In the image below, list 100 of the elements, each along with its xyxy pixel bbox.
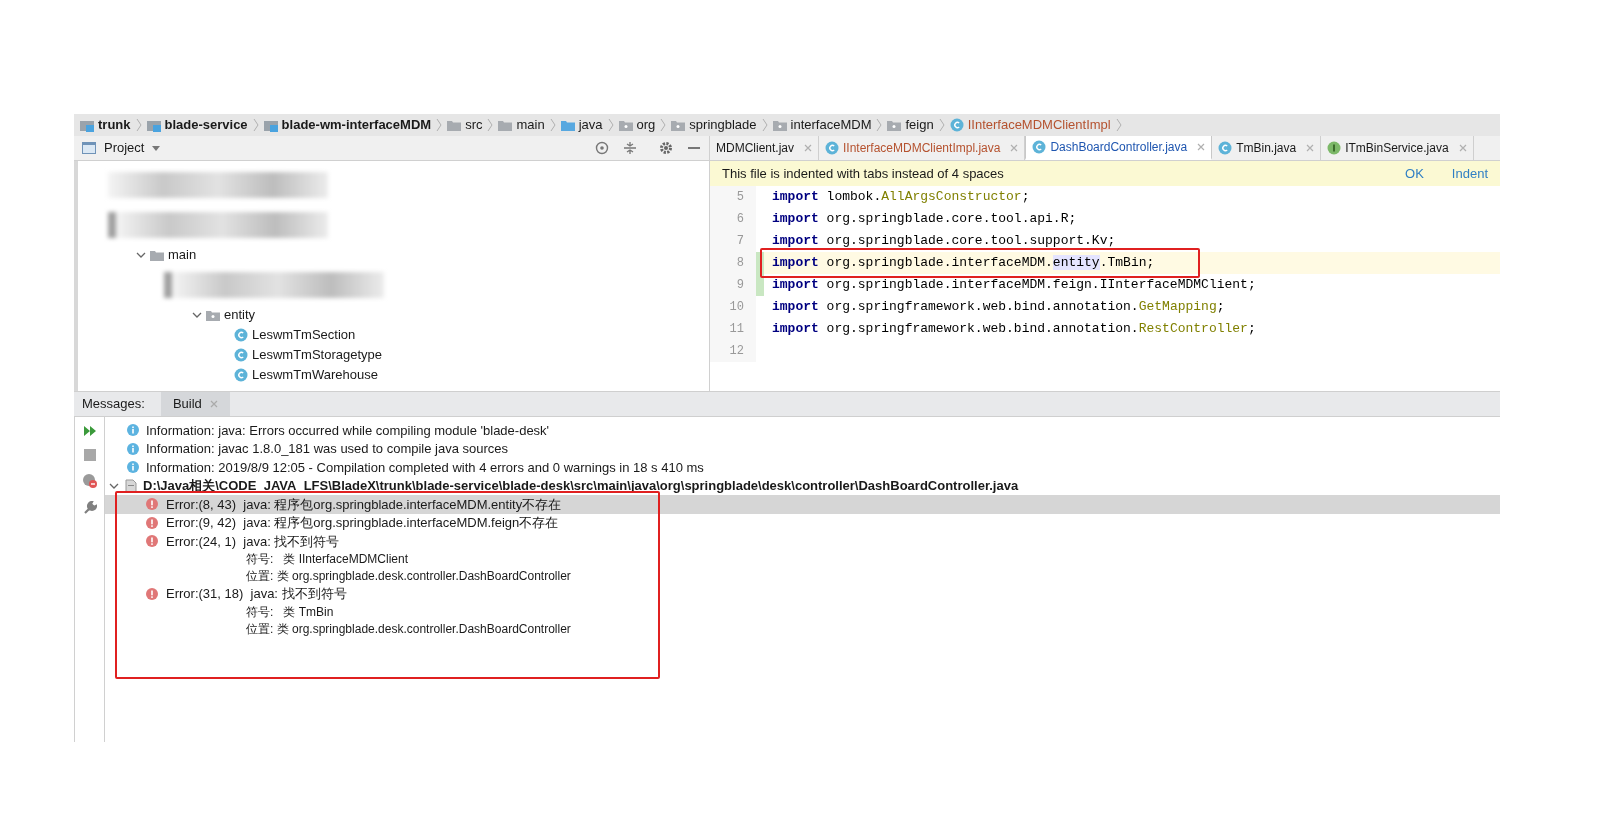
class-icon: [234, 348, 248, 362]
breadcrumb-item[interactable]: java: [558, 115, 605, 135]
line-number: 10: [710, 296, 756, 318]
class-icon: [234, 368, 248, 382]
class-icon: [234, 328, 248, 342]
info-icon: [127, 424, 139, 437]
collapse-icon[interactable]: [623, 141, 637, 155]
error-detail: 位置: 类 org.springblade.desk.controller.DashBoardController: [246, 568, 571, 585]
breadcrumb-item[interactable]: org: [616, 115, 658, 135]
code-line: import org.springframework.web.bind.annotation.RestController;: [771, 320, 1256, 339]
module-icon: [80, 118, 94, 132]
editor-tab[interactable]: ITmBinService.java: [1321, 136, 1474, 160]
close-icon[interactable]: [1458, 144, 1467, 152]
breadcrumb-item[interactable]: feign: [885, 115, 936, 135]
tree-item[interactable]: LeswmTmWarehouse: [220, 365, 378, 385]
banner-link[interactable]: OK: [1405, 163, 1424, 184]
chevron-icon: [135, 118, 142, 132]
line-number: 7: [710, 230, 756, 252]
class-icon: [949, 118, 964, 132]
info-icon: [127, 461, 139, 474]
breadcrumb-item[interactable]: blade-wm-interfaceMDM: [261, 115, 434, 135]
close-icon[interactable]: [1306, 144, 1315, 152]
breadcrumb-item[interactable]: trunk: [78, 115, 133, 135]
code-line: import org.springblade.core.tool.support.Kv;: [771, 232, 1116, 251]
error-icon: [146, 587, 158, 600]
locate-icon[interactable]: [595, 141, 609, 155]
error-detail: 位置: 类 org.springblade.desk.controller.DashBoardController: [246, 620, 571, 638]
breadcrumb-item[interactable]: IInterfaceMDMClientImpl: [947, 115, 1113, 135]
folder-icon: [447, 118, 462, 132]
error-message[interactable]: Error:(31, 18) java: 找不到符号: [105, 584, 1500, 603]
chevron-icon: [436, 118, 443, 132]
tool-tab[interactable]: Build: [160, 392, 230, 416]
line-number: 6: [710, 208, 756, 230]
line-number: 11: [710, 318, 756, 340]
error-message[interactable]: Error:(9, 42) java: 程序包org.springblade.interfaceMDM.feign不存在: [105, 513, 1500, 532]
error-detail: 符号: 类 IInterfaceMDMClient: [246, 551, 409, 568]
code-line: import lombok.AllArgsConstructor;: [771, 188, 1030, 207]
info-message[interactable]: Information: java: Errors occurred while compiling module 'blade-desk': [146, 420, 550, 440]
line-number: 8: [710, 252, 756, 274]
package-icon: [618, 118, 633, 132]
chevron-icon: [1115, 118, 1122, 132]
panel-title[interactable]: Project: [104, 138, 145, 158]
folder-icon: [560, 118, 575, 132]
banner-text: This file is indented with tabs instead of 4 spaces: [722, 164, 1005, 183]
close-icon[interactable]: [1197, 142, 1206, 151]
tree-item[interactable]: LeswmTmStoragetype: [220, 345, 383, 365]
tree-item[interactable]: entity: [192, 305, 256, 325]
dropdown-icon: [152, 145, 161, 151]
class-icon: [1218, 141, 1233, 155]
rerun-icon[interactable]: [82, 425, 97, 437]
chevron-icon: [549, 118, 556, 132]
module-icon: [146, 118, 161, 132]
code-line: import org.springblade.core.tool.api.R;: [771, 210, 1077, 229]
editor-tab[interactable]: TmBin.java: [1212, 136, 1322, 160]
chevron-icon: [660, 118, 667, 132]
info-icon: [127, 442, 139, 455]
folder-icon: [498, 118, 513, 132]
breadcrumb-item[interactable]: springblade: [669, 115, 759, 135]
interface-icon: [1327, 141, 1342, 155]
editor-tab[interactable]: DashBoardController.java: [1025, 136, 1213, 160]
chevron-icon: [938, 118, 945, 132]
wrench-icon[interactable]: [82, 501, 97, 515]
code-line: import org.springblade.interfaceMDM.feign.IInterfaceMDMClient;: [771, 276, 1256, 295]
chevron-icon: [761, 118, 768, 132]
error-filter-icon[interactable]: [81, 473, 98, 489]
project-icon: [82, 141, 96, 155]
package-icon: [887, 118, 902, 132]
package-icon: [671, 118, 686, 132]
folder-icon: [150, 248, 164, 262]
breadcrumb-item[interactable]: main: [496, 115, 547, 135]
info-message[interactable]: Information: javac 1.8.0_181 was used to compile java sources: [146, 439, 509, 459]
package-icon: [772, 118, 787, 132]
close-icon[interactable]: [804, 144, 812, 152]
panel-label: Messages:: [82, 395, 146, 414]
settings-icon[interactable]: [659, 141, 673, 155]
error-message[interactable]: Error:(8, 43) java: 程序包org.springblade.interfaceMDM.entity不存在: [105, 495, 1500, 514]
error-message[interactable]: Error:(24, 1) java: 找不到符号: [105, 532, 1500, 551]
line-number: 12: [710, 340, 756, 362]
module-icon: [263, 118, 278, 132]
chevron-icon: [487, 118, 494, 132]
stop-icon[interactable]: [83, 449, 96, 461]
close-icon[interactable]: [1010, 144, 1019, 152]
editor-tab[interactable]: MDMClient.jav: [710, 136, 819, 160]
breadcrumb-item[interactable]: interfaceMDM: [770, 115, 874, 135]
chevron-icon: [876, 118, 883, 132]
class-icon: [1032, 139, 1047, 154]
info-message[interactable]: Information: 2019/8/9 12:05 - Compilation completed with 4 errors and 0 warnings in 18 s 410 ms: [146, 457, 704, 477]
breadcrumb-item[interactable]: src: [445, 115, 485, 135]
breadcrumb-item[interactable]: blade-service: [144, 115, 250, 135]
tree-item[interactable]: LeswmTmSection: [220, 325, 356, 345]
code-line: import org.springblade.interfaceMDM.entity.TmBin;: [771, 254, 1155, 273]
code-line: import org.springframework.web.bind.annotation.GetMapping;: [771, 298, 1225, 317]
chevron-icon: [252, 118, 259, 132]
error-icon: [146, 535, 158, 548]
error-detail: 符号: 类 TmBin: [246, 603, 334, 621]
tree-item[interactable]: main: [136, 245, 197, 265]
banner-link[interactable]: Indent: [1451, 163, 1488, 184]
line-number: 5: [710, 186, 756, 208]
error-icon: [146, 516, 158, 529]
package-icon: [206, 308, 220, 322]
